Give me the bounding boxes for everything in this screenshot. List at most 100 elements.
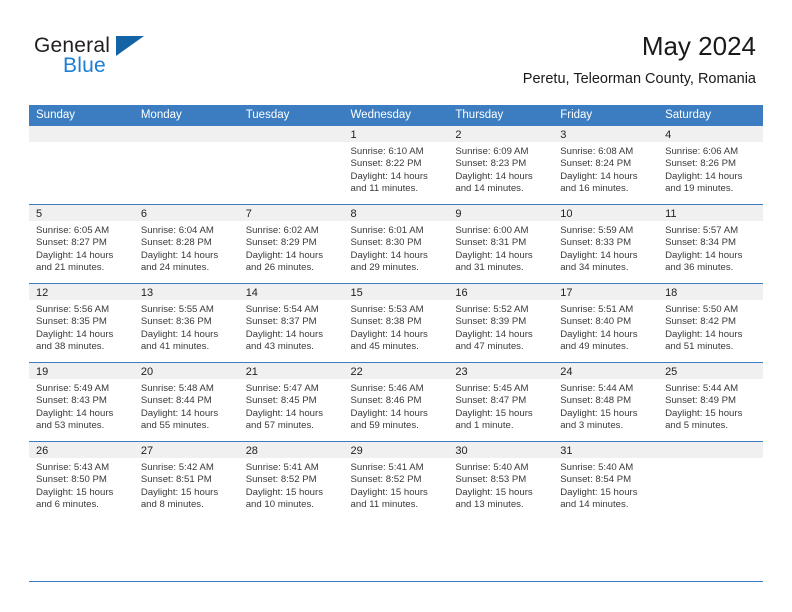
daylight-text-line1: Daylight: 15 hours (350, 486, 428, 498)
sunrise-text: Sunrise: 6:01 AM (350, 225, 424, 236)
calendar-day-cell[interactable]: 22 Sunrise: 5:46 AM Sunset: 8:46 PM Dayligh… (343, 362, 449, 442)
calendar-day-cell[interactable]: 23 Sunrise: 5:45 AM Sunset: 8:47 PM Dayligh… (448, 362, 554, 442)
day-number: 16 (448, 284, 554, 300)
sunrise-text: Sunrise: 6:09 AM (455, 146, 529, 157)
sunset-text: Sunset: 8:29 PM (245, 237, 317, 249)
weekday-header-monday: Monday (133, 105, 239, 126)
weekday-header-tuesday: Tuesday (238, 105, 344, 126)
calendar-day-cell[interactable]: 14 Sunrise: 5:54 AM Sunset: 8:37 PM Dayligh… (238, 283, 344, 363)
calendar-day-cell[interactable]: 29 Sunrise: 5:41 AM Sunset: 8:52 PM Dayligh… (343, 441, 449, 520)
calendar-day-cell[interactable]: 10 Sunrise: 5:59 AM Sunset: 8:33 PM Dayligh… (553, 204, 659, 284)
calendar-day-cell[interactable]: 16 Sunrise: 5:52 AM Sunset: 8:39 PM Dayligh… (448, 283, 554, 363)
calendar-day-cell[interactable]: 8 Sunrise: 6:01 AM Sunset: 8:30 PM Daylight… (343, 204, 449, 284)
calendar-day-cell-empty (658, 441, 763, 520)
calendar-day-cell[interactable]: 20 Sunrise: 5:48 AM Sunset: 8:44 PM Dayligh… (133, 362, 239, 442)
day-number: 22 (343, 363, 449, 379)
daylight-text-line1: Daylight: 14 hours (560, 328, 638, 340)
calendar-day-cell[interactable]: 21 Sunrise: 5:47 AM Sunset: 8:45 PM Dayligh… (238, 362, 344, 442)
calendar-body: 1 Sunrise: 6:10 AM Sunset: 8:22 PM Daylight… (29, 126, 763, 520)
calendar-day-cell[interactable]: 4 Sunrise: 6:06 AM Sunset: 8:26 PM Daylight… (658, 126, 763, 205)
sunrise-text: Sunrise: 5:45 AM (455, 383, 529, 394)
calendar-day-cell[interactable]: 17 Sunrise: 5:51 AM Sunset: 8:40 PM Dayligh… (553, 283, 659, 363)
calendar-day-cell[interactable]: 15 Sunrise: 5:53 AM Sunset: 8:38 PM Dayligh… (343, 283, 449, 363)
calendar-week-row: 26 Sunrise: 5:43 AM Sunset: 8:50 PM Dayligh… (29, 441, 763, 520)
calendar-day-cell[interactable]: 19 Sunrise: 5:49 AM Sunset: 8:43 PM Dayligh… (29, 362, 134, 442)
daylight-text-line1: Daylight: 14 hours (665, 249, 743, 261)
day-number: 20 (133, 363, 239, 379)
daylight-text-line2: and 36 minutes. (665, 262, 734, 274)
day-details: Sunrise: 5:52 AM Sunset: 8:39 PM Daylight:… (448, 300, 553, 354)
day-number: 1 (343, 126, 449, 142)
calendar-day-cell[interactable]: 24 Sunrise: 5:44 AM Sunset: 8:48 PM Dayligh… (553, 362, 659, 442)
daylight-text-line2: and 21 minutes. (36, 262, 105, 274)
day-number: 19 (29, 363, 134, 379)
daylight-text-line1: Daylight: 14 hours (36, 249, 114, 261)
calendar-day-cell[interactable]: 7 Sunrise: 6:02 AM Sunset: 8:29 PM Daylight… (238, 204, 344, 284)
sunset-text: Sunset: 8:28 PM (140, 237, 212, 249)
calendar-day-cell[interactable]: 26 Sunrise: 5:43 AM Sunset: 8:50 PM Dayligh… (29, 441, 134, 520)
sunset-text: Sunset: 8:49 PM (665, 395, 736, 407)
calendar-day-cell[interactable]: 25 Sunrise: 5:44 AM Sunset: 8:49 PM Dayligh… (658, 362, 763, 442)
daylight-text-line1: Daylight: 14 hours (36, 328, 114, 340)
daylight-text-line2: and 49 minutes. (560, 341, 629, 353)
daylight-text-line2: and 19 minutes. (665, 183, 734, 195)
sunset-text: Sunset: 8:51 PM (140, 474, 212, 486)
sunrise-text: Sunrise: 5:51 AM (560, 304, 634, 315)
daylight-text-line1: Daylight: 15 hours (665, 407, 743, 419)
sunset-text: Sunset: 8:52 PM (245, 474, 317, 486)
day-details: Sunrise: 5:42 AM Sunset: 8:51 PM Daylight:… (134, 458, 239, 512)
calendar-day-cell[interactable]: 3 Sunrise: 6:08 AM Sunset: 8:24 PM Daylight… (553, 126, 659, 205)
calendar-week-row: 12 Sunrise: 5:56 AM Sunset: 8:35 PM Dayligh… (29, 283, 763, 363)
sunset-text: Sunset: 8:47 PM (455, 395, 527, 407)
daylight-text-line1: Daylight: 14 hours (455, 249, 533, 261)
calendar-day-cell[interactable]: 30 Sunrise: 5:40 AM Sunset: 8:53 PM Dayligh… (448, 441, 554, 520)
daylight-text-line1: Daylight: 14 hours (350, 407, 428, 419)
day-number: 27 (133, 442, 239, 458)
sunset-text: Sunset: 8:38 PM (350, 316, 422, 328)
sunrise-text: Sunrise: 5:46 AM (350, 383, 424, 394)
calendar-day-cell[interactable]: 6 Sunrise: 6:04 AM Sunset: 8:28 PM Daylight… (133, 204, 239, 284)
calendar-day-cell[interactable]: 1 Sunrise: 6:10 AM Sunset: 8:22 PM Daylight… (343, 126, 449, 205)
daylight-text-line1: Daylight: 14 hours (665, 170, 743, 182)
sunset-text: Sunset: 8:42 PM (665, 316, 736, 328)
calendar-day-cell[interactable]: 11 Sunrise: 5:57 AM Sunset: 8:34 PM Dayligh… (658, 204, 763, 284)
sunset-text: Sunset: 8:44 PM (140, 395, 212, 407)
sunrise-text: Sunrise: 5:50 AM (665, 304, 739, 315)
sunset-text: Sunset: 8:40 PM (560, 316, 632, 328)
sunrise-text: Sunrise: 5:41 AM (245, 462, 319, 473)
day-number: 17 (553, 284, 659, 300)
daylight-text-line1: Daylight: 14 hours (560, 170, 638, 182)
sunrise-text: Sunrise: 5:56 AM (36, 304, 110, 315)
day-number: 18 (658, 284, 763, 300)
calendar-day-cell[interactable]: 27 Sunrise: 5:42 AM Sunset: 8:51 PM Dayligh… (133, 441, 239, 520)
calendar-day-cell[interactable]: 2 Sunrise: 6:09 AM Sunset: 8:23 PM Daylight… (448, 126, 554, 205)
general-blue-logo[interactable]: General Blue (34, 34, 214, 80)
sunset-text: Sunset: 8:37 PM (245, 316, 317, 328)
day-details: Sunrise: 5:59 AM Sunset: 8:33 PM Daylight:… (553, 221, 658, 275)
calendar-day-cell[interactable]: 9 Sunrise: 6:00 AM Sunset: 8:31 PM Daylight… (448, 204, 554, 284)
daylight-text-line2: and 51 minutes. (665, 341, 734, 353)
calendar-day-cell[interactable]: 5 Sunrise: 6:05 AM Sunset: 8:27 PM Daylight… (29, 204, 134, 284)
day-number: 31 (553, 442, 659, 458)
calendar-day-cell[interactable]: 18 Sunrise: 5:50 AM Sunset: 8:42 PM Dayligh… (658, 283, 763, 363)
daylight-text-line2: and 14 minutes. (560, 499, 629, 511)
sunrise-text: Sunrise: 5:59 AM (560, 225, 634, 236)
day-number (29, 126, 134, 142)
sunset-text: Sunset: 8:22 PM (350, 158, 422, 170)
calendar-day-cell-empty (29, 126, 134, 205)
calendar-day-cell[interactable]: 13 Sunrise: 5:55 AM Sunset: 8:36 PM Dayligh… (133, 283, 239, 363)
calendar-week-row: 5 Sunrise: 6:05 AM Sunset: 8:27 PM Daylight… (29, 204, 763, 284)
sunset-text: Sunset: 8:36 PM (140, 316, 212, 328)
calendar-grid: Sunday Monday Tuesday Wednesday Thursday… (29, 105, 763, 520)
daylight-text-line2: and 16 minutes. (560, 183, 629, 195)
daylight-text-line2: and 47 minutes. (455, 341, 524, 353)
calendar-day-cell[interactable]: 31 Sunrise: 5:40 AM Sunset: 8:54 PM Dayligh… (553, 441, 659, 520)
day-details: Sunrise: 6:02 AM Sunset: 8:29 PM Daylight:… (239, 221, 344, 275)
day-details: Sunrise: 5:50 AM Sunset: 8:42 PM Daylight:… (658, 300, 763, 354)
day-details: Sunrise: 5:43 AM Sunset: 8:50 PM Daylight:… (29, 458, 134, 512)
sunrise-text: Sunrise: 6:02 AM (245, 225, 319, 236)
calendar-day-cell[interactable]: 12 Sunrise: 5:56 AM Sunset: 8:35 PM Dayligh… (29, 283, 134, 363)
calendar-day-cell[interactable]: 28 Sunrise: 5:41 AM Sunset: 8:52 PM Dayligh… (238, 441, 344, 520)
daylight-text-line2: and 31 minutes. (455, 262, 524, 274)
daylight-text-line2: and 3 minutes. (560, 420, 624, 432)
